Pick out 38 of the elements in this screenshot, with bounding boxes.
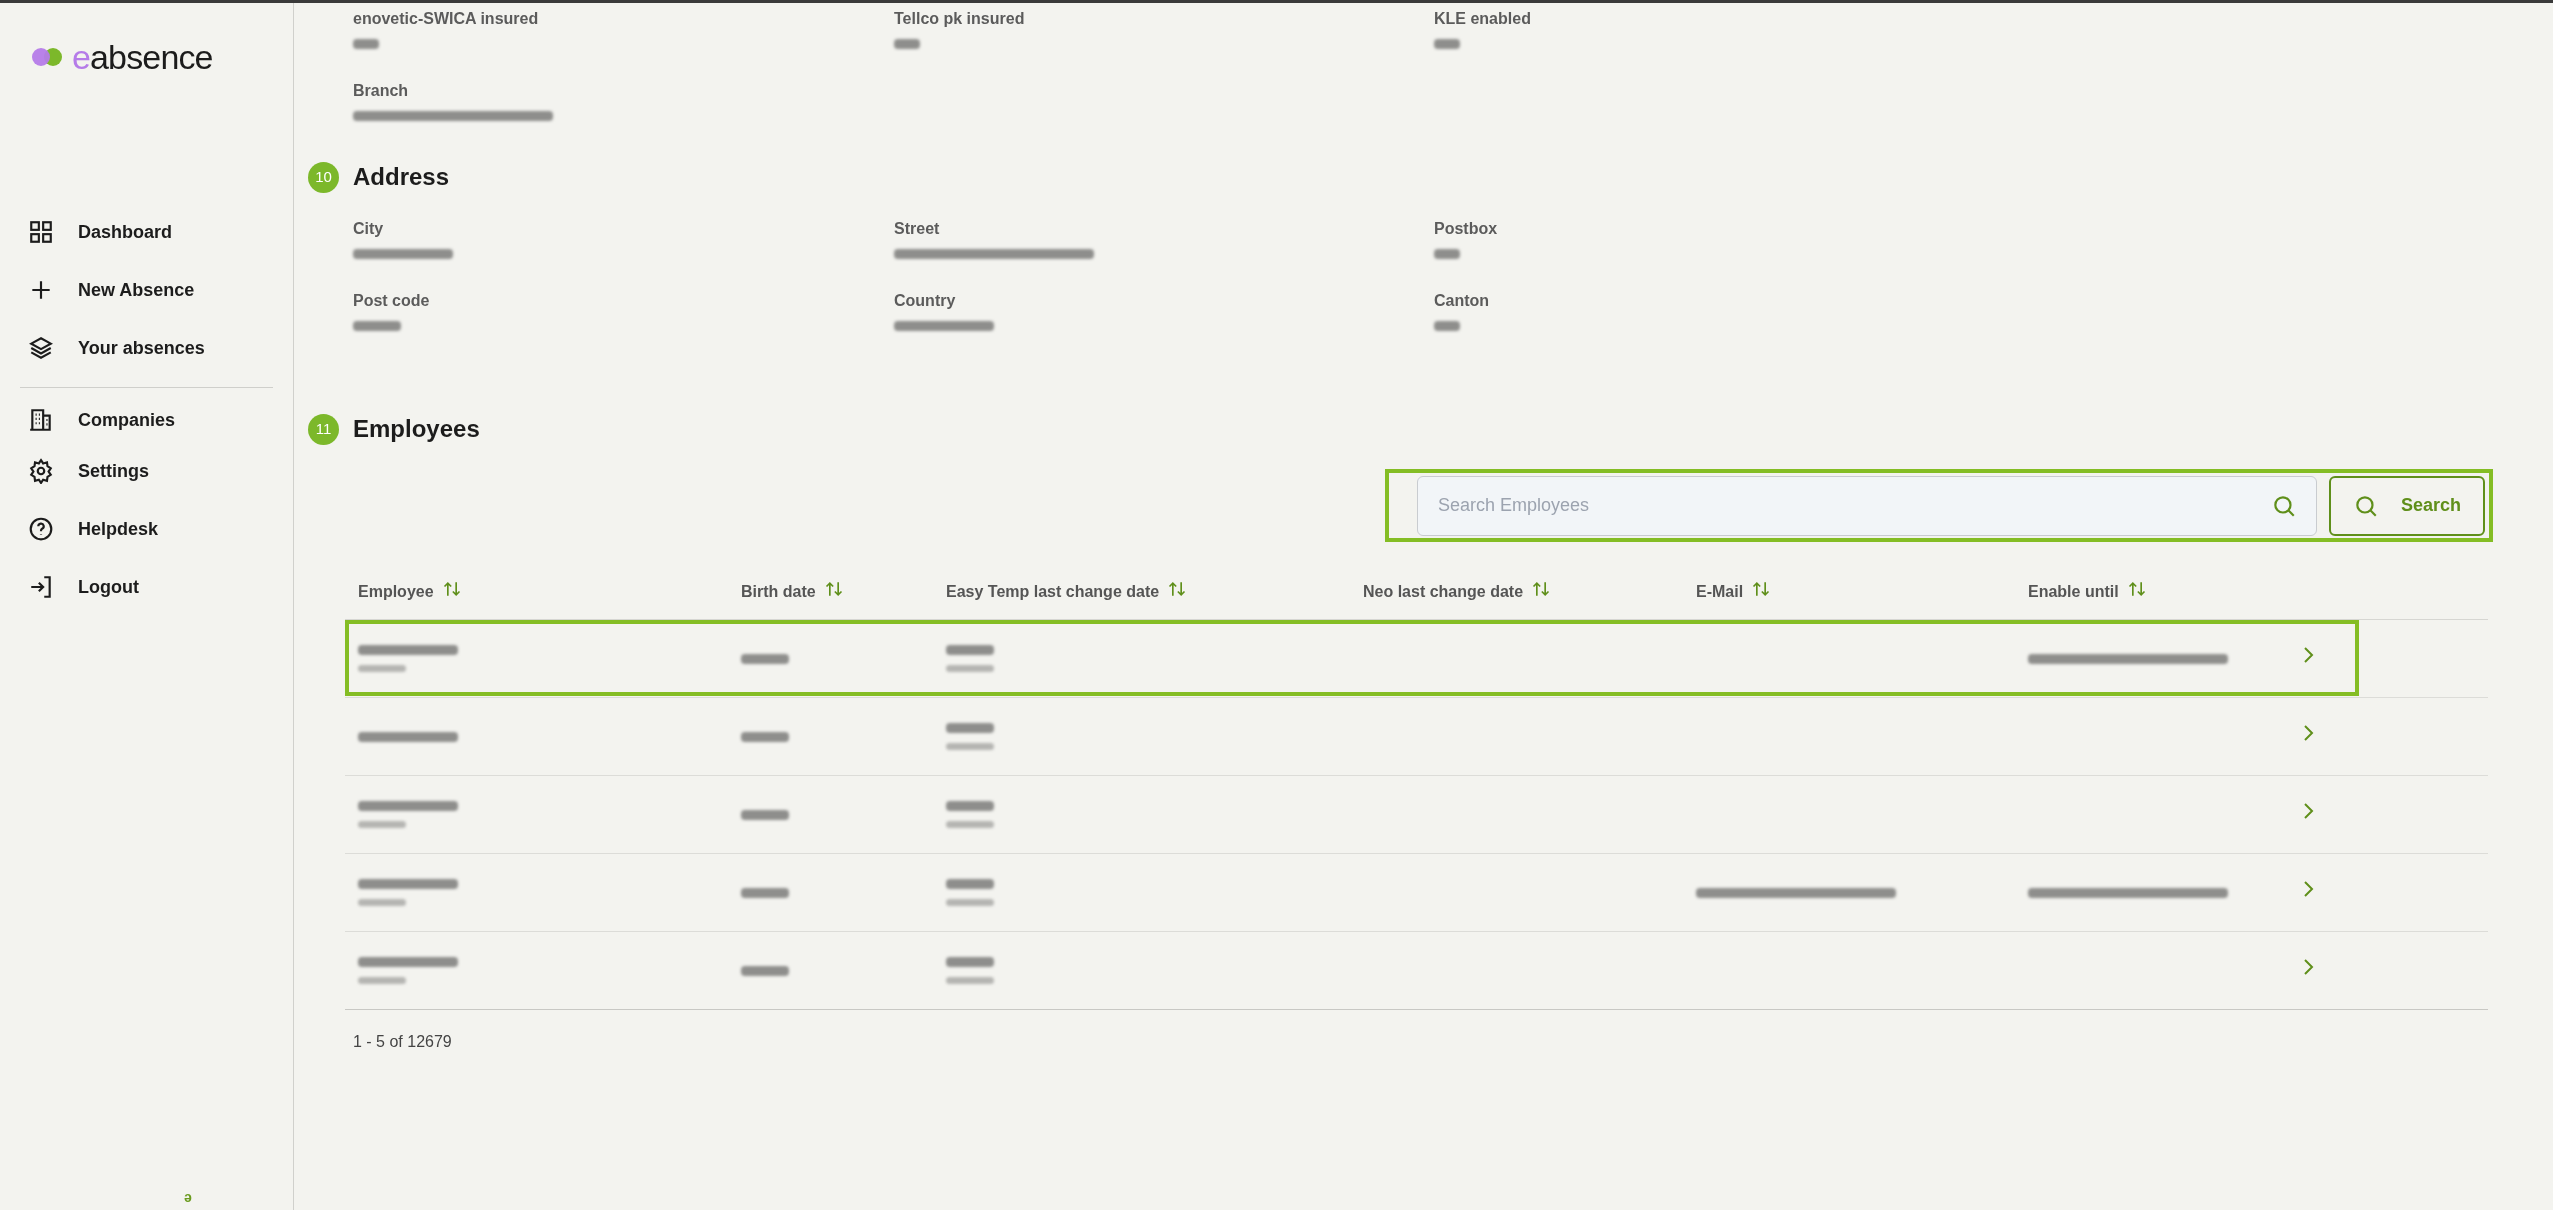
search-field[interactable]: Search Employees [1417,475,2317,536]
logo-text: eabsence [72,40,213,74]
section-number-badge: 11 [308,413,339,445]
field-label: City [353,219,385,239]
grid-icon [28,219,54,245]
logo-mark: ə [184,1188,192,1207]
section-number-badge: 10 [308,161,339,193]
logout-icon [28,574,54,600]
nav-item[interactable]: Companies [20,398,273,442]
pagination-text: 1 - 5 of 12679 [353,1032,453,1052]
nav-item[interactable]: New Absence [20,261,273,319]
column-header[interactable]: Neo last change date [1363,579,1524,604]
nav-item[interactable]: Helpdesk [20,500,273,558]
field-label: Tellco pk insured [894,9,1026,29]
field-label: Post code [353,291,431,311]
field-label: Country [894,291,957,311]
layers-icon [28,335,54,361]
nav-item[interactable]: Dashboard [20,203,273,261]
logo-icon [30,47,64,67]
field-label: KLE enabled [1434,9,1532,29]
settings-icon [28,458,54,484]
column-header[interactable]: Enable until [2028,579,2119,604]
building-icon [28,407,54,433]
column-header[interactable]: Birth date [741,579,816,604]
field-label: Branch [353,81,410,101]
nav-item[interactable]: Settings [20,442,273,500]
section-title: Address [353,162,450,192]
nav-item[interactable]: Logout [20,558,273,616]
field-label: Postbox [1434,219,1499,239]
field-label: Canton [1434,291,1491,311]
field-label: Street [894,219,941,239]
column-header[interactable]: Easy Temp last change date [946,579,1160,604]
help-icon [28,516,54,542]
column-header[interactable]: Employee [358,579,434,604]
nav-item[interactable]: Your absences [20,319,273,377]
section-title: Employees [353,414,480,444]
column-header[interactable]: E-Mail [1696,579,1744,604]
field-label: enovetic-SWICA insured [353,9,540,29]
